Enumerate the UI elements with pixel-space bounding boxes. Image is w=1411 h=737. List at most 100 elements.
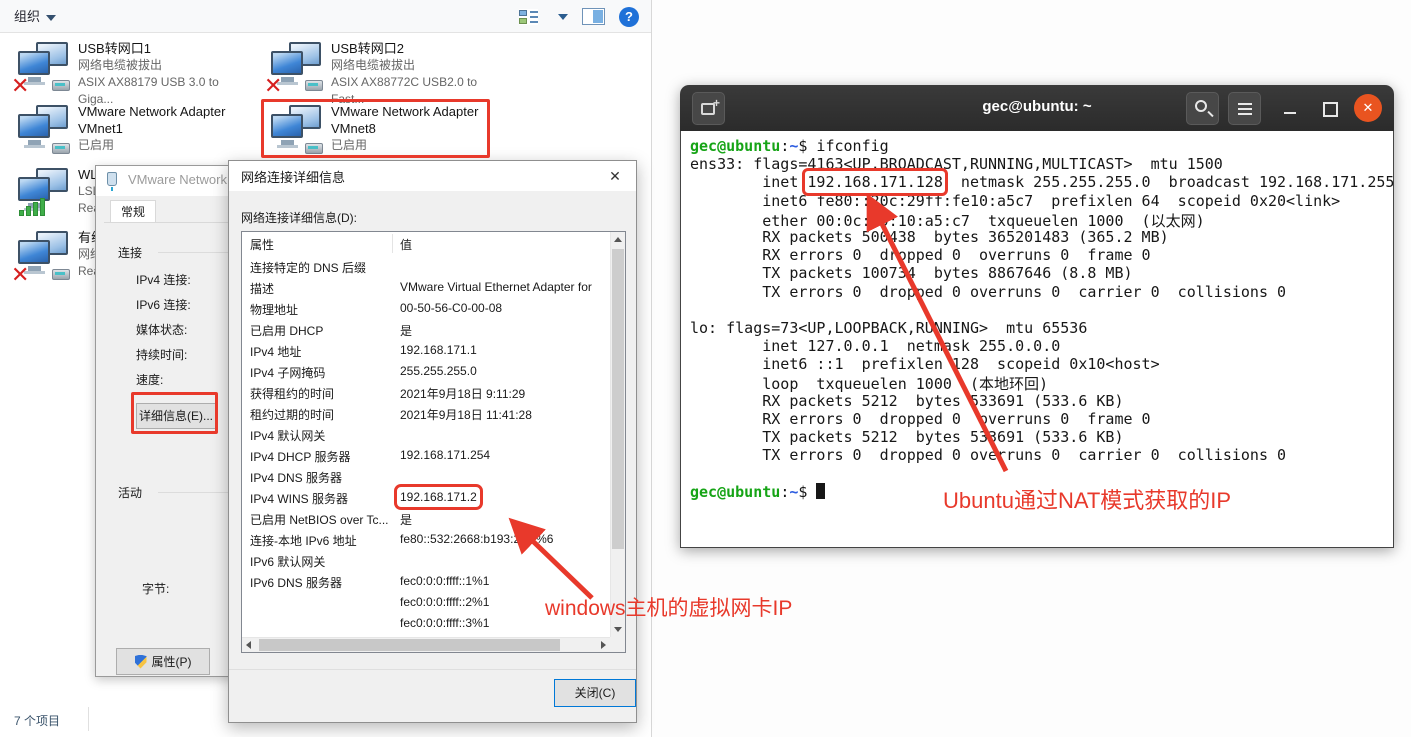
minimize-button[interactable]	[1280, 97, 1302, 119]
adapter-title: USB转网口1	[78, 40, 254, 57]
table-row[interactable]: 已启用 NetBIOS over Tc...是	[242, 508, 610, 529]
scrollbar-thumb[interactable]	[259, 639, 560, 651]
table-row[interactable]: IPv6 默认网关	[242, 550, 610, 571]
prompt-user: gec@ubuntu	[690, 483, 780, 501]
property-cell: 连接特定的 DNS 后缀	[250, 259, 366, 276]
adapter-enabled-icon	[269, 105, 327, 155]
details-dialog-titlebar[interactable]: 网络连接详细信息	[229, 161, 636, 191]
organize-label: 组织	[14, 9, 40, 24]
close-icon[interactable]	[594, 161, 636, 191]
property-cell: IPv4 默认网关	[250, 427, 325, 444]
value-cell: 255.255.255.0	[400, 364, 477, 378]
adapter-item[interactable]: VMware Network Adapter VMnet1已启用	[10, 103, 255, 161]
adapter-subtext: 网络电缆被拔出	[331, 57, 507, 74]
adapter-title: USB转网口2	[331, 40, 507, 57]
scroll-up-icon[interactable]	[614, 237, 622, 242]
property-cell: IPv4 地址	[250, 343, 301, 360]
details-button[interactable]: 详细信息(E)...	[136, 403, 216, 429]
adapter-item[interactable]: USB转网口1网络电缆被拔出ASIX AX88179 USB 3.0 to Gi…	[10, 40, 255, 98]
table-row[interactable]: 连接-本地 IPv6 地址fe80::532:2668:b193:2f5c%6	[242, 529, 610, 550]
close-button[interactable]	[1354, 94, 1382, 122]
table-row[interactable]: IPv4 默认网关	[242, 424, 610, 445]
status-field-label: 媒体状态:	[136, 321, 191, 346]
adapter-subtext: 已启用	[331, 137, 507, 154]
property-cell: 描述	[250, 280, 274, 297]
uac-shield-icon	[135, 655, 147, 669]
property-cell: IPv4 DNS 服务器	[250, 469, 342, 486]
table-row[interactable]: 租约过期的时间2021年9月18日 11:41:28	[242, 403, 610, 424]
value-cell: 2021年9月18日 9:11:29	[400, 385, 525, 402]
terminal-titlebar[interactable]: gec@ubuntu: ~	[680, 85, 1394, 131]
table-row[interactable]: 描述 VMware Virtual Ethernet Adapter for	[242, 277, 610, 298]
close-button[interactable]: 关闭(C)	[554, 679, 636, 707]
explorer-toolbar: 组织 ?	[0, 0, 651, 33]
terminal-line: inet 192.168.171.128 netmask 255.255.255…	[690, 173, 1384, 191]
value-cell: fec0:0:0:ffff::1%1	[400, 574, 489, 588]
table-row[interactable]: 已启用 DHCP 是	[242, 319, 610, 340]
property-cell: 物理地址	[250, 301, 298, 318]
terminal-line: RX errors 0 dropped 0 overruns 0 frame 0	[690, 246, 1384, 264]
search-icon	[1195, 100, 1207, 112]
table-row[interactable]: IPv4 DNS 服务器	[242, 466, 610, 487]
property-cell: 已启用 DHCP	[250, 322, 323, 339]
property-cell: IPv6 默认网关	[250, 553, 325, 570]
value-cell-highlighted: 192.168.171.2	[400, 490, 477, 504]
terminal-line: ens33: flags=4163<UP,BROADCAST,RUNNING,M…	[690, 155, 1384, 173]
value-cell: 是	[400, 322, 412, 339]
terminal-line: gec@ubuntu:~$ ifconfig	[690, 137, 1384, 155]
scrollbar-thumb[interactable]	[612, 249, 624, 549]
adapter-item[interactable]: VMware Network Adapter VMnet8已启用	[263, 103, 508, 161]
tab-general[interactable]: 常规	[110, 200, 156, 223]
status-field-label: 持续时间:	[136, 346, 191, 371]
annotation-ubuntu-ip: Ubuntu通过NAT模式获取的IP	[943, 483, 1231, 515]
organize-menu-button[interactable]: 组织	[14, 0, 56, 33]
table-row[interactable]: IPv4 地址 192.168.171.1	[242, 340, 610, 361]
properties-button[interactable]: 属性(P)	[116, 648, 210, 675]
help-icon[interactable]: ?	[619, 7, 639, 27]
divider	[229, 669, 636, 670]
property-cell: IPv4 子网掩码	[250, 364, 325, 381]
table-row[interactable]: 连接特定的 DNS 后缀	[242, 256, 610, 277]
properties-button-label: 属性(P)	[152, 653, 192, 670]
terminal-line: RX errors 0 dropped 0 overruns 0 frame 0	[690, 410, 1384, 428]
preview-pane-icon[interactable]	[582, 8, 605, 25]
table-row[interactable]: 物理地址00-50-56-C0-00-08	[242, 298, 610, 319]
table-row[interactable]: IPv4 WINS 服务器 192.168.171.2	[242, 487, 610, 508]
prompt-user: gec@ubuntu	[690, 137, 780, 155]
scroll-right-icon[interactable]	[601, 641, 606, 649]
change-view-icon[interactable]	[519, 9, 538, 25]
horizontal-scrollbar[interactable]	[242, 637, 610, 652]
views-dropdown-icon[interactable]	[558, 14, 568, 20]
property-cell: 租约过期的时间	[250, 406, 334, 423]
scrollbar-corner	[610, 637, 625, 652]
adapter-item[interactable]: USB转网口2网络电缆被拔出ASIX AX88772C USB2.0 to Fa…	[263, 40, 508, 98]
property-cell: IPv4 WINS 服务器	[250, 490, 348, 507]
terminal-line: TX packets 100734 bytes 8867646 (8.8 MB)	[690, 264, 1384, 282]
scroll-down-icon[interactable]	[614, 627, 622, 632]
table-row[interactable]: 获得租约的时间2021年9月18日 9:11:29	[242, 382, 610, 403]
terminal-line: TX packets 5212 bytes 533691 (533.6 KB)	[690, 428, 1384, 446]
value-cell: 192.168.171.254	[400, 448, 490, 462]
scroll-left-icon[interactable]	[246, 641, 251, 649]
table-row[interactable]: IPv4 子网掩码 255.255.255.0	[242, 361, 610, 382]
maximize-button[interactable]	[1318, 97, 1340, 119]
menu-button[interactable]	[1228, 92, 1261, 125]
value-cell: VMware Virtual Ethernet Adapter for	[400, 280, 592, 294]
items-count: 7 个项目	[14, 712, 60, 729]
terminal-line: inet6 fe80::20c:29ff:fe10:a5c7 prefixlen…	[690, 192, 1384, 210]
terminal-line: loop txqueuelen 1000 (本地环回)	[690, 373, 1384, 391]
status-field-label: IPv4 连接:	[136, 271, 191, 296]
value-cell: 192.168.171.1	[400, 343, 477, 357]
terminal-line: TX errors 0 dropped 0 overruns 0 carrier…	[690, 446, 1384, 464]
vertical-scrollbar[interactable]	[610, 232, 625, 637]
search-button[interactable]	[1186, 92, 1219, 125]
details-list-label: 网络连接详细信息(D):	[241, 209, 357, 226]
terminal-line: lo: flags=73<UP,LOOPBACK,RUNNING> mtu 65…	[690, 319, 1384, 337]
chevron-down-icon	[46, 15, 56, 21]
adapter-title: VMware Network Adapter VMnet1	[78, 103, 254, 137]
terminal-line: TX errors 0 dropped 0 overruns 0 carrier…	[690, 283, 1384, 301]
section-activity-label: 活动	[118, 484, 142, 501]
details-list-header: 属性 值	[242, 232, 610, 256]
table-row[interactable]: IPv4 DHCP 服务器192.168.171.254	[242, 445, 610, 466]
table-row[interactable]: IPv6 DNS 服务器fec0:0:0:ffff::1%1	[242, 571, 610, 592]
